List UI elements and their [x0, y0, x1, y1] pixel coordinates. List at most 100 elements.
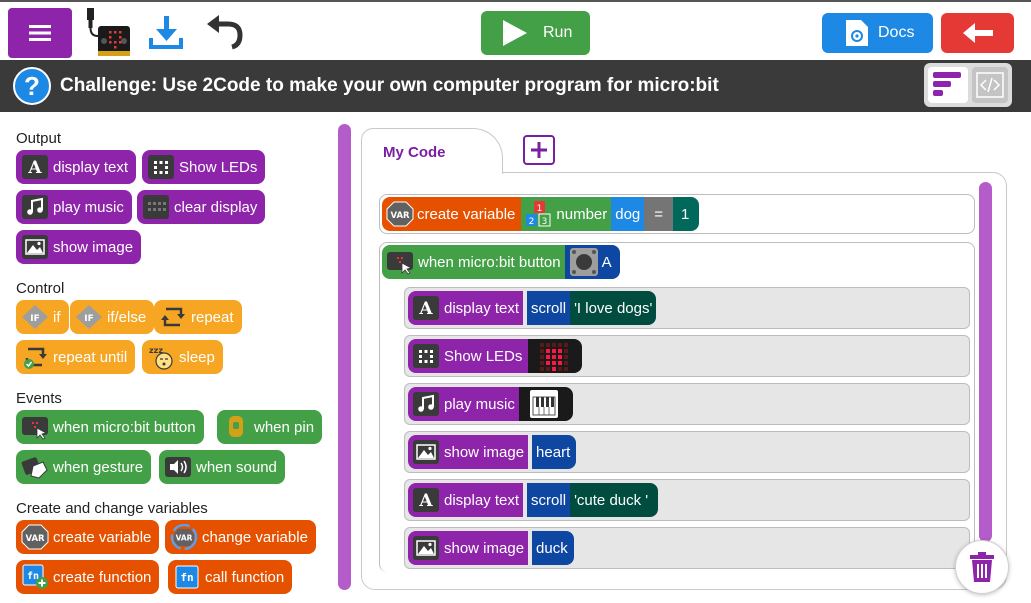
palette-scrollbar[interactable]: [338, 124, 351, 590]
help-icon[interactable]: ?: [13, 67, 51, 105]
palette-block-when-microbit-button[interactable]: when micro:bit button: [16, 410, 204, 444]
button-select-dropdown[interactable]: A: [564, 245, 620, 279]
palette-block-label: when gesture: [53, 458, 144, 476]
tab-my-code[interactable]: My Code: [361, 128, 503, 174]
led-grid-editor[interactable]: [528, 339, 583, 373]
svg-text:fn: fn: [180, 571, 193, 584]
palette-block-label: create function: [53, 568, 152, 586]
create-variable-block[interactable]: VAR create variable 123 number dog = 1: [382, 197, 700, 231]
sound-icon: [165, 457, 191, 477]
palette-block-create-variable[interactable]: VAR create variable: [16, 520, 160, 554]
microbit-button-icon: [22, 417, 48, 440]
music-note-icon: [413, 392, 439, 416]
sleep-face-icon: zzz: [149, 346, 173, 370]
palette-block-label: change variable: [202, 528, 308, 546]
category-title-variables: Create and change variables: [16, 500, 208, 517]
function-icon: fn: [22, 564, 48, 589]
display-text-block[interactable]: A display text scroll 'I love dogs': [408, 291, 657, 325]
display-text-value[interactable]: 'cute duck ': [570, 483, 659, 517]
variable-type-dropdown[interactable]: 123 number: [521, 197, 612, 231]
repeat-icon: [161, 307, 185, 327]
svg-text:VAR: VAR: [25, 534, 45, 544]
code-row-create-variable: VAR create variable 123 number dog = 1: [379, 194, 975, 234]
code-workspace: My Code VAR create variable 123 number d…: [361, 128, 1007, 590]
if-icon: IF: [22, 305, 48, 329]
piano-icon: [529, 390, 558, 418]
run-button[interactable]: Run: [481, 11, 590, 55]
add-tab-button[interactable]: [523, 135, 555, 165]
palette-block-create-function[interactable]: fn create function: [16, 560, 160, 594]
arrow-left-icon: [962, 23, 993, 43]
docs-button[interactable]: Docs: [822, 13, 933, 53]
svg-text:VAR: VAR: [390, 211, 410, 221]
blocks-view-button[interactable]: [928, 67, 968, 103]
palette-block-play-music[interactable]: play music: [16, 190, 132, 224]
palette-block-call-function[interactable]: fn call function: [168, 560, 293, 594]
palette-block-when-pin[interactable]: when pin: [217, 410, 323, 444]
tab-label: My Code: [383, 144, 446, 161]
display-mode-dropdown[interactable]: scroll: [527, 291, 571, 325]
palette-block-label: if: [53, 308, 61, 326]
display-text-value[interactable]: 'I love dogs': [570, 291, 657, 325]
microbit-device-icon[interactable]: [82, 6, 134, 58]
show-image-block[interactable]: show image duck: [408, 531, 574, 565]
variable-name-field[interactable]: dog: [611, 197, 645, 231]
category-title-events: Events: [16, 390, 62, 407]
block-palette: Output A display text Show LEDs play mus…: [0, 120, 336, 603]
menu-button[interactable]: [8, 8, 72, 58]
svg-text:A: A: [418, 299, 433, 319]
trash-icon: [970, 552, 994, 582]
undo-icon[interactable]: [204, 14, 244, 50]
palette-block-label: repeat until: [53, 348, 128, 366]
image-select-dropdown[interactable]: duck: [532, 531, 574, 565]
display-text-block[interactable]: A display text scroll 'cute duck ': [408, 483, 659, 517]
category-title-output: Output: [16, 130, 62, 147]
when-microbit-button-block[interactable]: when micro:bit button A: [382, 245, 620, 279]
microbit-button-icon: [387, 252, 413, 275]
block-label: Show LEDs: [444, 347, 523, 365]
workspace-scrollbar[interactable]: [979, 182, 992, 542]
palette-block-change-variable[interactable]: VAR change variable: [165, 520, 316, 554]
palette-block-repeat[interactable]: repeat: [154, 300, 242, 334]
show-leds-block[interactable]: Show LEDs: [408, 339, 583, 373]
music-editor-button[interactable]: [518, 387, 573, 421]
statement-row: show image heart: [404, 431, 970, 473]
download-icon[interactable]: [148, 14, 184, 50]
palette-block-clear-display[interactable]: clear display: [137, 190, 266, 224]
play-icon: [503, 20, 527, 46]
change-variable-icon: VAR: [170, 524, 198, 550]
blocks-view-icon: [933, 72, 961, 96]
palette-block-when-gesture[interactable]: when gesture: [16, 450, 152, 484]
palette-block-label: when sound: [196, 458, 277, 476]
code-row-when-button: when micro:bit button A A display text s…: [379, 242, 975, 572]
variable-icon: VAR: [386, 201, 414, 227]
palette-block-label: Show LEDs: [179, 158, 258, 176]
play-music-block[interactable]: play music: [408, 387, 573, 421]
statement-row: A display text scroll 'cute duck ': [404, 479, 970, 521]
palette-block-repeat-until[interactable]: repeat until: [16, 340, 136, 374]
code-view-button[interactable]: [972, 67, 1008, 103]
challenge-text: Challenge: Use 2Code to make your own co…: [60, 75, 719, 96]
palette-block-when-sound[interactable]: when sound: [159, 450, 285, 484]
palette-block-show-image[interactable]: show image: [16, 230, 142, 264]
variable-value-field[interactable]: 1: [673, 197, 700, 231]
button-icon: [569, 248, 598, 276]
text-display-icon: A: [413, 296, 439, 320]
category-title-control: Control: [16, 280, 65, 297]
call-function-icon: fn: [175, 565, 199, 589]
back-button[interactable]: [941, 13, 1014, 53]
palette-block-show-leds[interactable]: Show LEDs: [142, 150, 266, 184]
block-label: play music: [444, 395, 515, 413]
palette-block-if[interactable]: IF if: [16, 300, 69, 334]
palette-block-label: when pin: [254, 418, 315, 436]
show-image-block[interactable]: show image heart: [408, 435, 577, 469]
palette-block-label: sleep: [179, 348, 215, 366]
palette-block-if-else[interactable]: IF if/else: [70, 300, 155, 334]
variable-icon: VAR: [21, 524, 49, 550]
palette-block-sleep[interactable]: zzz sleep: [142, 340, 223, 374]
palette-block-display-text[interactable]: A display text: [16, 150, 137, 184]
trash-button[interactable]: [955, 540, 1009, 594]
display-mode-dropdown[interactable]: scroll: [527, 483, 571, 517]
variable-operator[interactable]: =: [644, 197, 674, 231]
image-select-dropdown[interactable]: heart: [532, 435, 577, 469]
